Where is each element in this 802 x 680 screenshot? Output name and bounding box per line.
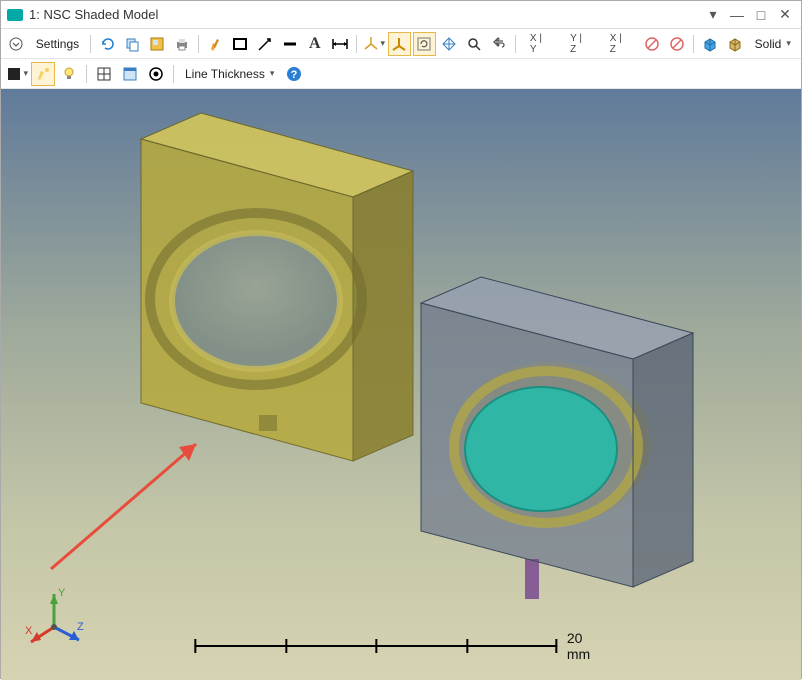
scale-bar: 20 mm: [194, 630, 607, 662]
app-icon: [7, 9, 23, 21]
cube-tan-icon: [727, 36, 743, 52]
svg-text:?: ?: [291, 69, 298, 81]
separator: [356, 35, 357, 53]
local-axes-button[interactable]: [362, 32, 386, 56]
line-arrow-icon: [257, 36, 273, 52]
no-entry-icon: [669, 36, 685, 52]
toolbar-secondary: Line Thickness ?: [1, 59, 801, 89]
left-mount: [141, 113, 413, 461]
window-icon: [122, 66, 138, 82]
chevron-down-circle-icon: [9, 37, 23, 51]
render-mode-dropdown[interactable]: Solid: [749, 37, 797, 51]
scale-label: 20 mm: [567, 630, 608, 662]
undo-view-icon: [491, 36, 507, 52]
refresh-button[interactable]: [96, 32, 119, 56]
line-thickness-dropdown[interactable]: Line Thickness: [179, 67, 280, 81]
view-xz-button[interactable]: X | Z: [601, 32, 639, 56]
toolbar-main: Settings A: [1, 29, 801, 59]
help-icon: ?: [286, 66, 302, 82]
dimension-icon: [331, 36, 349, 52]
line-arrow-tool-button[interactable]: [254, 32, 277, 56]
dimension-tool-button[interactable]: [328, 32, 351, 56]
reset-orient-icon: [416, 36, 432, 52]
pan-icon: [441, 36, 457, 52]
save-image-icon: [149, 36, 165, 52]
triad-icon: [391, 36, 407, 52]
highlight-button[interactable]: [31, 62, 55, 86]
orientation-triad[interactable]: X Y Z: [19, 582, 89, 652]
separator: [515, 35, 516, 53]
save-image-button[interactable]: [146, 32, 169, 56]
rectangle-tool-button[interactable]: [229, 32, 252, 56]
reset-orientation-button[interactable]: [413, 32, 436, 56]
scale-line: [194, 645, 557, 647]
pan-button[interactable]: [438, 32, 461, 56]
window-close-button[interactable]: ✕: [775, 5, 795, 25]
window-layout-button[interactable]: [118, 62, 142, 86]
separator: [173, 65, 174, 83]
target-button[interactable]: [144, 62, 168, 86]
object-color-button[interactable]: [5, 62, 29, 86]
disable-1-button[interactable]: [641, 32, 664, 56]
no-entry-icon: [644, 36, 660, 52]
title-bar: 1: NSC Shaded Model ▾ — □ ✕: [1, 1, 801, 29]
print-button[interactable]: [171, 32, 194, 56]
copy-icon: [124, 36, 140, 52]
pencil-icon: [208, 36, 224, 52]
grid-button[interactable]: [92, 62, 116, 86]
zoom-button[interactable]: [462, 32, 485, 56]
disable-2-button[interactable]: [665, 32, 688, 56]
viewport-3d[interactable]: X Y Z 20 mm: [1, 89, 801, 680]
text-tool-button[interactable]: A: [303, 32, 326, 56]
separator: [90, 35, 91, 53]
grid-icon: [96, 66, 112, 82]
triad-x-label: X: [25, 625, 33, 637]
dash-icon: [282, 36, 298, 52]
window-dropdown-button[interactable]: ▾: [703, 5, 723, 25]
solid-cube-button[interactable]: [724, 32, 747, 56]
cube-blue-icon: [702, 36, 718, 52]
target-icon: [148, 66, 164, 82]
lightbulb-icon: [61, 66, 77, 82]
print-icon: [174, 36, 190, 52]
undo-view-button[interactable]: [487, 32, 510, 56]
annotation-arrow: [41, 429, 221, 579]
separator: [693, 35, 694, 53]
right-mount: [421, 277, 693, 599]
rectangle-icon: [232, 36, 248, 52]
orientation-triad-button[interactable]: [388, 32, 411, 56]
highlight-icon: [35, 66, 51, 82]
dash-tool-button[interactable]: [279, 32, 302, 56]
scene-3d: [1, 89, 801, 680]
text-icon: A: [309, 35, 321, 53]
settings-expand-button[interactable]: [5, 32, 28, 56]
help-button[interactable]: ?: [282, 62, 306, 86]
separator: [198, 35, 199, 53]
triad-y-label: Y: [58, 587, 66, 599]
color-swatch-icon: [6, 66, 21, 82]
settings-button[interactable]: Settings: [30, 37, 85, 51]
axes-icon: [363, 36, 378, 52]
window-minimize-button[interactable]: —: [727, 5, 747, 25]
annotate-pencil-button[interactable]: [204, 32, 227, 56]
shaded-cube-button[interactable]: [699, 32, 722, 56]
separator: [86, 65, 87, 83]
window-maximize-button[interactable]: □: [751, 5, 771, 25]
copy-button[interactable]: [121, 32, 144, 56]
triad-z-label: Z: [77, 621, 84, 633]
view-xy-button[interactable]: X | Y: [521, 32, 559, 56]
lightbulb-button[interactable]: [57, 62, 81, 86]
window-title: 1: NSC Shaded Model: [29, 7, 699, 22]
zoom-icon: [466, 36, 482, 52]
refresh-icon: [100, 36, 116, 52]
view-yz-button[interactable]: Y | Z: [561, 32, 599, 56]
